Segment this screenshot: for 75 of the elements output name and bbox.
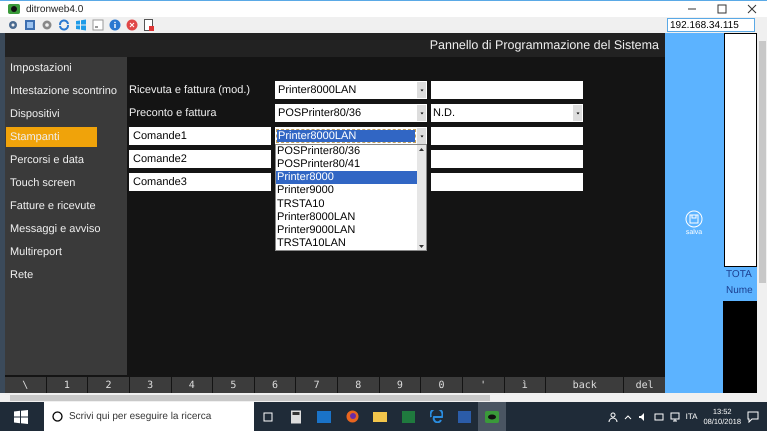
keyboard-key[interactable]: 2 (88, 377, 129, 393)
calculator-icon[interactable] (290, 410, 302, 424)
person-icon[interactable] (608, 412, 618, 422)
search-icon (52, 411, 63, 422)
caret-icon[interactable] (418, 132, 424, 138)
keyboard-key[interactable]: back (546, 377, 624, 393)
sidebar-item[interactable]: Intestazione scontrino (5, 81, 127, 104)
text-field[interactable] (431, 126, 583, 144)
row-label: Preconto e fattura (129, 106, 218, 118)
language-indicator[interactable]: ITA (686, 412, 698, 421)
info-icon[interactable] (109, 19, 121, 31)
caret-icon[interactable] (418, 86, 424, 92)
keyboard-key[interactable]: 4 (172, 377, 212, 393)
horizontal-scrollbar[interactable] (0, 393, 767, 402)
keyboard-key[interactable]: 6 (254, 377, 296, 393)
panel-title: Pannello di Programmazione del Sistema (430, 38, 659, 52)
document-icon[interactable] (143, 19, 155, 31)
dropdown-option[interactable]: Printer8000 (276, 171, 417, 184)
notification-icon[interactable] (747, 410, 759, 422)
dropdown-option[interactable]: POSPrinter80/36 (276, 145, 417, 158)
address-field[interactable]: 192.168.34.115 (667, 18, 755, 32)
keyboard-key[interactable]: \ (5, 377, 46, 393)
sidebar-item[interactable]: Fatture e ricevute (5, 196, 127, 219)
keyboard-key[interactable]: 0 (421, 377, 462, 393)
dropdown-option[interactable]: Printer9000 (276, 184, 417, 198)
sidebar-item[interactable]: Dispositivi (5, 104, 127, 127)
row-label: Ricevuta e fattura (mod.) (129, 84, 252, 96)
name-field[interactable]: Comande3 (129, 172, 271, 190)
scroll-down-icon[interactable] (417, 242, 426, 250)
caret-icon[interactable] (574, 110, 580, 116)
windows-icon[interactable] (75, 19, 87, 31)
edge-browser-icon[interactable] (430, 410, 442, 423)
keyboard-key[interactable]: 9 (380, 377, 420, 393)
browser-icon[interactable] (346, 410, 358, 423)
keyboard-key[interactable]: 5 (213, 377, 254, 393)
sidebar-item[interactable]: Rete (5, 265, 127, 288)
dropdown-option[interactable]: TRSTA10 (276, 198, 417, 211)
total-label: Nume (725, 284, 754, 298)
printer-select[interactable]: Printer8000LAN (275, 126, 427, 144)
printer-select[interactable]: POSPrinter80/36 (275, 104, 427, 122)
task-view-icon[interactable] (262, 410, 274, 422)
cancel-icon[interactable] (126, 19, 138, 31)
keyboard-key[interactable]: 1 (46, 377, 88, 393)
total-label: TOTA (725, 268, 753, 282)
app-icon[interactable] (8, 3, 20, 15)
sidebar-item[interactable]: Messaggi e avviso (5, 219, 127, 242)
keyboard-key[interactable]: ì (504, 377, 546, 393)
scrollbar[interactable] (417, 145, 426, 250)
sidebar-item[interactable]: Percorsi e data (5, 150, 127, 173)
network-icon[interactable] (670, 412, 680, 422)
sidebar-item[interactable]: Touch screen (5, 173, 127, 196)
dropdown-option[interactable]: Printer8000LAN (276, 210, 417, 224)
text-field[interactable] (431, 150, 583, 168)
sidebar-item[interactable]: Multireport (5, 242, 127, 265)
search-field[interactable]: Scrivi qui per eseguire la ricerca (44, 402, 254, 431)
keyboard-key[interactable]: 3 (130, 377, 170, 393)
text-field[interactable] (431, 80, 583, 98)
option-select[interactable]: N.D. (431, 104, 583, 122)
sidebar-item[interactable]: Impostazioni (5, 58, 127, 81)
dropdown-option[interactable]: Printer9000LAN (276, 224, 417, 237)
keyboard-key[interactable]: 7 (296, 377, 337, 393)
name-field[interactable]: Comande1 (129, 126, 271, 144)
printer-select[interactable]: Printer8000LAN (275, 80, 427, 98)
refresh-icon[interactable] (58, 19, 70, 31)
text-field[interactable] (431, 172, 583, 190)
keyboard-key[interactable]: ' (462, 377, 504, 393)
keyboard-key[interactable]: del (624, 377, 665, 393)
caret-icon[interactable] (418, 110, 424, 116)
chevron-up-icon[interactable] (624, 414, 632, 420)
keyboard-key[interactable]: 8 (338, 377, 379, 393)
dropdown-option[interactable]: TRSTA10LAN (276, 236, 417, 250)
folder-icon[interactable] (373, 411, 387, 422)
name-field[interactable]: Comande2 (129, 150, 271, 168)
window-title: ditronweb4.0 (26, 4, 84, 14)
dropdown-option[interactable]: POSPrinter80/41 (276, 158, 417, 172)
